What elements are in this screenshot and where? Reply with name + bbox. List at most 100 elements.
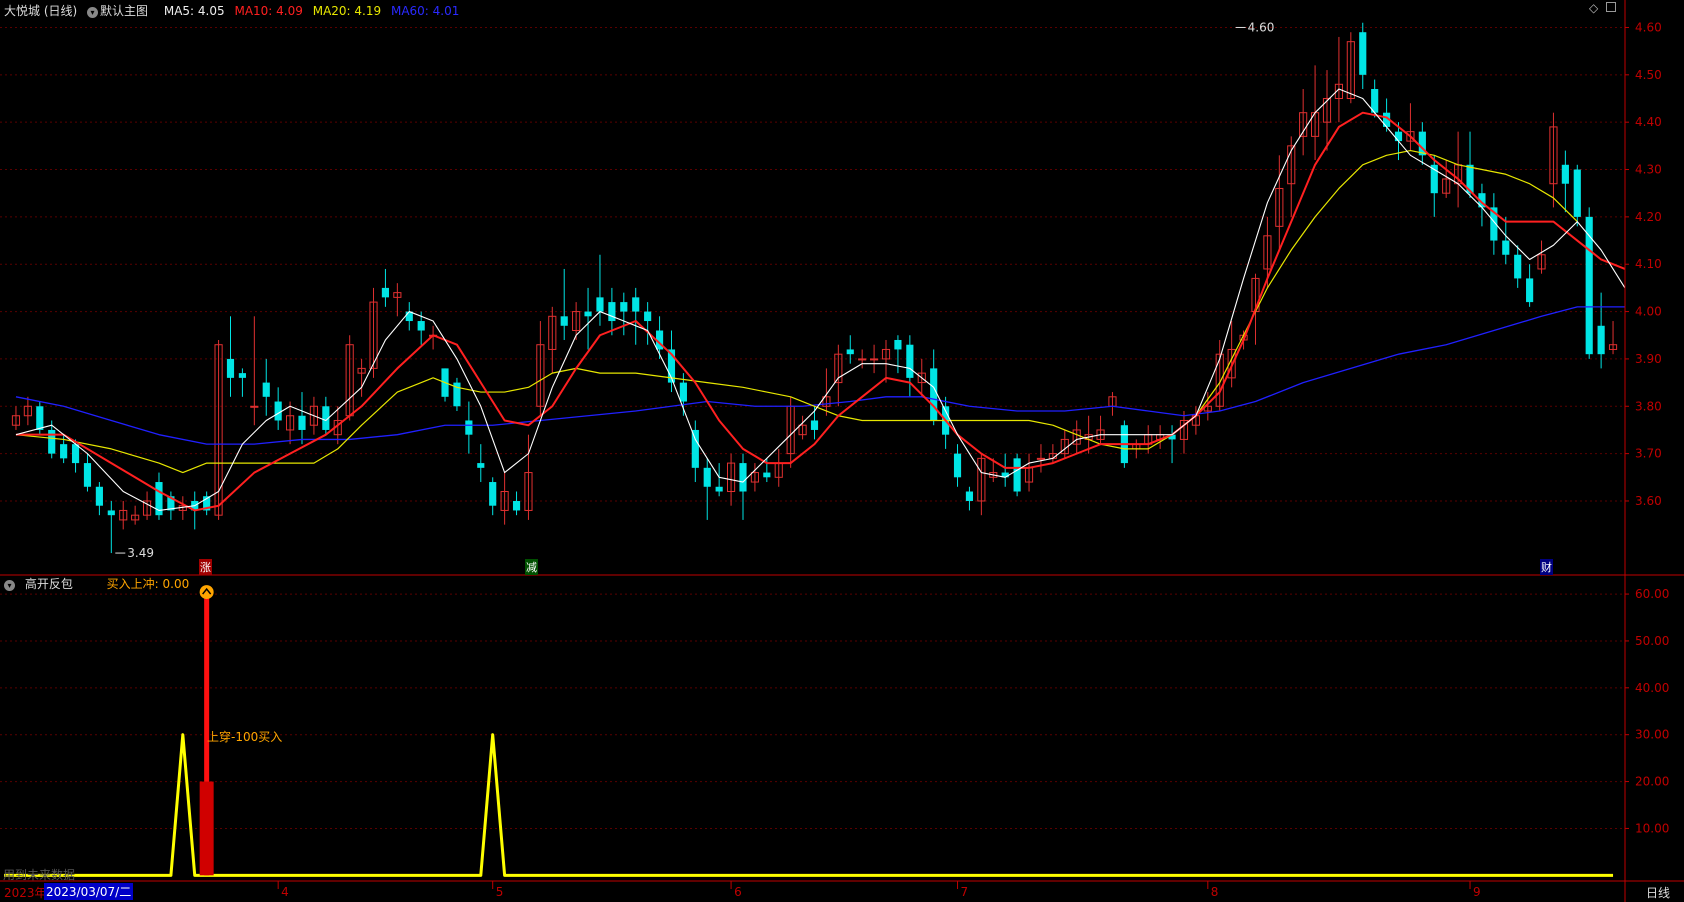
stock-title[interactable]: 大悦城 (日线) xyxy=(4,4,77,18)
candle-body xyxy=(1526,278,1534,303)
template-dropdown[interactable]: ▾ 默认主图 xyxy=(87,4,158,18)
candle xyxy=(655,316,664,359)
cursor-date-box: 2023/03/07/二 xyxy=(44,883,134,900)
marker-zhang[interactable]: 涨 xyxy=(199,559,212,575)
candle-body xyxy=(810,420,819,430)
ma5-line xyxy=(15,88,1626,511)
candle xyxy=(238,368,246,397)
candle xyxy=(1096,415,1105,445)
month-tick-label: 4 xyxy=(281,885,289,899)
candle-body xyxy=(262,382,270,397)
buy-value: 买入上冲: 0.00 xyxy=(106,577,190,591)
candle xyxy=(572,302,581,340)
candle-body xyxy=(858,358,867,361)
price-tick-label: 3.70 xyxy=(1635,447,1662,461)
candle-body xyxy=(71,444,80,464)
ma20-value: MA20: 4.19 xyxy=(312,4,382,18)
candle-body xyxy=(965,491,974,501)
indicator-dropdown-icon[interactable]: ▾ xyxy=(4,580,15,591)
dropdown-circle-icon: ▾ xyxy=(87,7,99,18)
candle xyxy=(1371,79,1379,118)
candle-body xyxy=(83,463,92,487)
candle-body xyxy=(48,429,56,454)
marker-cai[interactable]: 财 xyxy=(1540,559,1553,575)
candle xyxy=(107,500,115,554)
indicator-tick-label: 40.00 xyxy=(1635,681,1669,695)
candle-body xyxy=(95,486,103,506)
candle-body xyxy=(620,302,628,312)
candle-body xyxy=(894,339,902,350)
candle xyxy=(834,344,843,407)
signal-label: 上穿-100买入 xyxy=(207,730,283,744)
candle xyxy=(477,444,485,483)
price-axis: 3.60 3.70 3.80 3.90 4.00 4.10 4.20 4.30 4.40 4.50… xyxy=(0,0,1684,902)
candle xyxy=(1036,444,1046,473)
period-tab[interactable]: 日线 xyxy=(1646,884,1670,901)
candle-body xyxy=(1561,164,1569,184)
price-tick-label: 3.80 xyxy=(1635,399,1662,413)
candle-body xyxy=(644,311,652,322)
candle-body xyxy=(930,368,938,421)
candle xyxy=(774,448,783,487)
month-tick-label: 8 xyxy=(1211,885,1219,899)
candle-body xyxy=(739,463,747,492)
ma10-value: MA10: 4.09 xyxy=(234,4,303,18)
candle xyxy=(500,472,509,525)
candle xyxy=(1048,444,1057,464)
candle xyxy=(1537,240,1546,274)
candle xyxy=(620,292,628,336)
indicator-tick-label: 50.00 xyxy=(1635,634,1669,648)
candle-body xyxy=(870,358,879,361)
candle xyxy=(739,453,747,520)
candle-body xyxy=(1036,457,1046,460)
candle-body xyxy=(1359,32,1367,75)
candle-body xyxy=(226,358,235,378)
candle-body xyxy=(715,486,723,492)
candle xyxy=(1502,216,1510,265)
candle xyxy=(1072,420,1081,454)
candle-body xyxy=(36,406,44,430)
candle xyxy=(1514,245,1522,288)
candle xyxy=(441,368,449,402)
candle xyxy=(1597,292,1605,369)
month-tick-label: 9 xyxy=(1473,885,1481,899)
indicator-tick-label: 20.00 xyxy=(1635,775,1669,789)
indicator-name[interactable]: 高开反包 xyxy=(25,577,73,591)
candle-body xyxy=(846,349,854,355)
candle xyxy=(1549,112,1558,208)
price-tick-label: 4.20 xyxy=(1635,210,1662,224)
candle xyxy=(584,287,592,350)
candle-body xyxy=(763,472,771,478)
candle-body xyxy=(691,429,699,468)
candle-body xyxy=(489,482,497,506)
price-tick-label: 3.60 xyxy=(1635,494,1662,508)
candle xyxy=(703,458,711,520)
candle xyxy=(405,302,413,331)
month-tick-label: 5 xyxy=(496,885,504,899)
candle-body xyxy=(107,510,115,516)
candle xyxy=(1108,392,1117,416)
candle xyxy=(715,463,723,497)
candle xyxy=(1334,36,1343,123)
indicator-tick-label: 10.00 xyxy=(1635,821,1669,835)
candle xyxy=(1585,207,1593,359)
price-tick-label: 4.60 xyxy=(1635,20,1662,34)
indicator-tick-label: 60.00 xyxy=(1635,587,1669,601)
diamond-icon[interactable]: ◇ xyxy=(1589,1,1598,15)
candle xyxy=(1561,150,1569,213)
expand-icon[interactable] xyxy=(1606,2,1617,12)
candle xyxy=(1060,429,1069,459)
candle xyxy=(1573,164,1581,227)
candle-body xyxy=(381,287,390,298)
candle xyxy=(894,335,902,374)
candle xyxy=(36,401,44,435)
candle xyxy=(95,482,103,516)
candle xyxy=(870,344,879,374)
candle-body xyxy=(703,467,711,487)
marker-jian[interactable]: 减 xyxy=(525,559,538,575)
candle xyxy=(1287,136,1296,217)
candle xyxy=(1418,122,1426,165)
candle xyxy=(1322,70,1332,151)
price-tick-label: 4.30 xyxy=(1635,163,1662,177)
candle xyxy=(1013,453,1021,497)
